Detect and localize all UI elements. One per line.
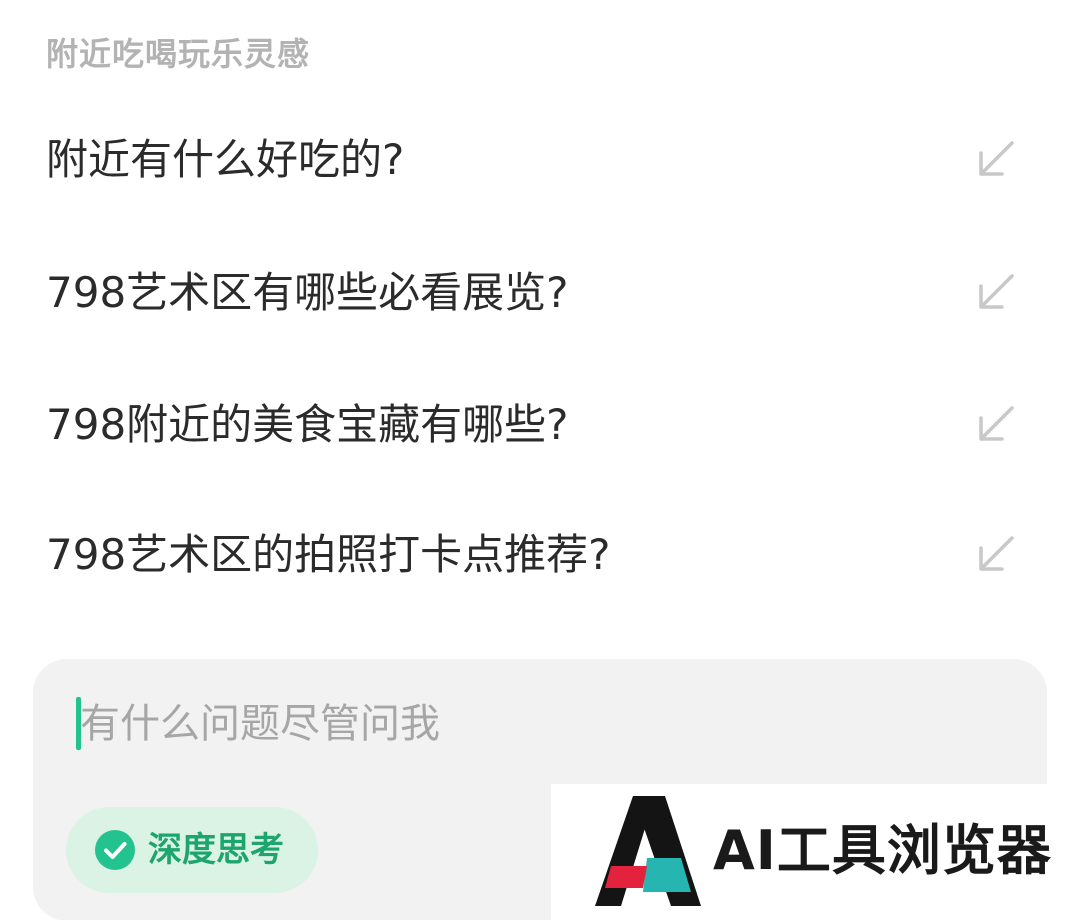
suggestion-label: 798艺术区的拍照打卡点推荐? — [46, 530, 611, 579]
chat-input[interactable] — [80, 693, 900, 755]
suggestion-item[interactable]: 798附近的美食宝藏有哪些? — [0, 380, 1080, 470]
suggestion-item[interactable]: 798艺术区的拍照打卡点推荐? — [0, 510, 1080, 600]
deep-think-label: 深度思考 — [148, 830, 284, 870]
watermark: AI工具浏览器 — [551, 784, 1080, 920]
arrow-down-left-icon — [979, 141, 1014, 176]
arrow-down-left-icon — [979, 536, 1014, 571]
suggestion-label: 附近有什么好吃的? — [46, 135, 405, 184]
suggestion-label: 798艺术区有哪些必看展览? — [46, 268, 569, 317]
assistant-home: 附近吃喝玩乐灵感 附近有什么好吃的? 798艺术区有哪些必看展览? 798附近的… — [0, 0, 1080, 920]
arrow-down-left-icon — [979, 274, 1014, 309]
section-title: 附近吃喝玩乐灵感 — [46, 35, 311, 73]
check-circle-icon — [95, 830, 135, 870]
watermark-text: AI工具浏览器 — [713, 819, 1052, 882]
suggestion-item[interactable]: 798艺术区有哪些必看展览? — [0, 248, 1080, 338]
suggestion-item[interactable]: 附近有什么好吃的? — [0, 115, 1080, 205]
arrow-down-left-icon — [979, 406, 1014, 441]
brand-logo — [595, 796, 701, 906]
deep-think-toggle[interactable]: 深度思考 — [66, 807, 318, 893]
suggestion-label: 798附近的美食宝藏有哪些? — [46, 400, 569, 449]
